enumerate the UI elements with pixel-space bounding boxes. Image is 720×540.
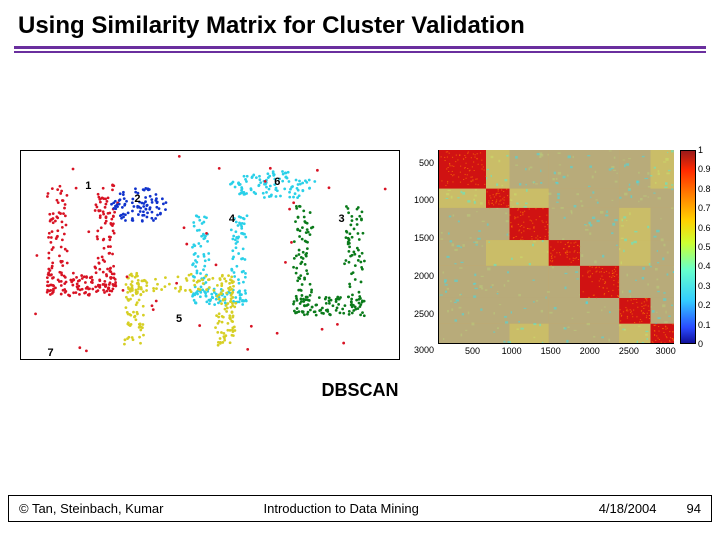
- footer-date: 4/18/2004: [599, 501, 687, 516]
- cluster-label-5: 5: [176, 313, 182, 325]
- ytick: 2000: [414, 271, 434, 281]
- cluster-label-7: 7: [47, 347, 53, 359]
- ytick: 1500: [414, 233, 434, 243]
- xtick: 3000: [656, 346, 676, 356]
- ytick: 2500: [414, 309, 434, 319]
- chart-area: 1 2 3 4 5 6 7 500 1000 1500 2000 2500 30…: [20, 150, 700, 360]
- slide-footer: © Tan, Steinbach, Kumar Introduction to …: [8, 495, 712, 522]
- heatmap-plot: 500 1000 1500 2000 2500 3000 1 0.9 0.8 0…: [406, 150, 700, 360]
- cluster-label-6: 6: [274, 176, 280, 188]
- scatter-plot: 1 2 3 4 5 6 7: [20, 150, 400, 360]
- colorbar: 1 0.9 0.8 0.7 0.6 0.5 0.4 0.3 0.2 0.1 0: [680, 150, 696, 344]
- heatmap-canvas: [438, 150, 674, 344]
- footer-authors: © Tan, Steinbach, Kumar: [19, 501, 163, 516]
- slide-title: Using Similarity Matrix for Cluster Vali…: [0, 0, 720, 46]
- ytick: 1000: [414, 195, 434, 205]
- ytick: 500: [419, 158, 434, 168]
- cluster-label-1: 1: [85, 180, 91, 192]
- xtick: 2500: [619, 346, 639, 356]
- xtick: 500: [465, 346, 480, 356]
- heatmap-x-axis: 500 1000 1500 2000 2500 3000: [438, 346, 668, 360]
- footer-title: Introduction to Data Mining: [163, 501, 598, 516]
- colorbar-ticks: 1 0.9 0.8 0.7 0.6 0.5 0.4 0.3 0.2 0.1 0: [698, 150, 720, 344]
- ytick: 3000: [414, 345, 434, 355]
- cluster-label-4: 4: [229, 213, 235, 225]
- footer-page: 94: [687, 501, 701, 516]
- xtick: 1500: [541, 346, 561, 356]
- chart-caption: DBSCAN: [0, 380, 720, 401]
- title-rule: [14, 46, 706, 53]
- scatter-canvas: [21, 151, 399, 359]
- cluster-label-3: 3: [339, 213, 345, 225]
- cluster-label-2: 2: [134, 193, 140, 205]
- heatmap-y-axis: 500 1000 1500 2000 2500 3000: [406, 150, 438, 360]
- xtick: 2000: [580, 346, 600, 356]
- colorbar-gradient: [680, 150, 696, 344]
- xtick: 1000: [502, 346, 522, 356]
